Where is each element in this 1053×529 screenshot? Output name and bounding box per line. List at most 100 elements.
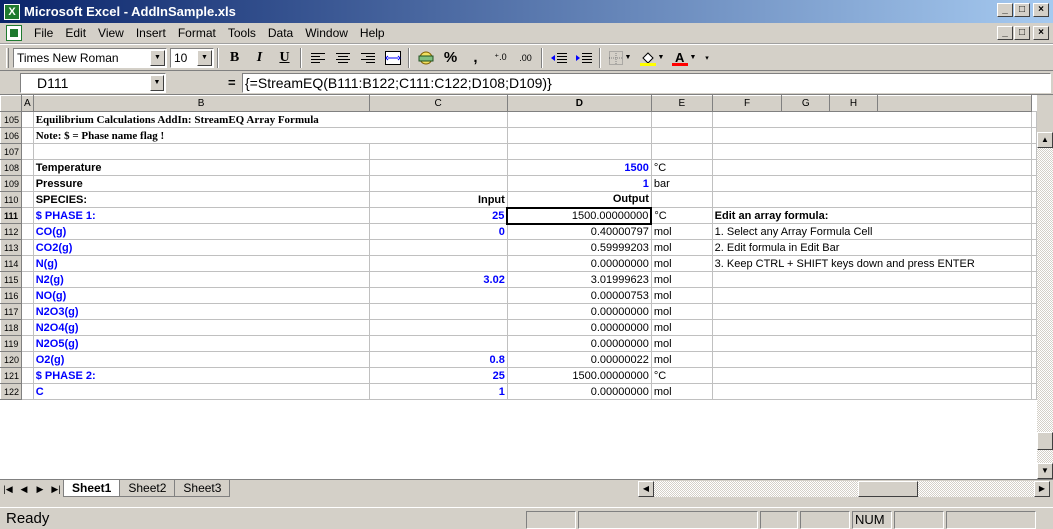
- column-header-h[interactable]: H: [829, 95, 878, 112]
- row-header[interactable]: 118: [0, 319, 23, 336]
- doc-restore-button[interactable]: □: [1014, 26, 1030, 40]
- row-header[interactable]: 116: [0, 287, 23, 304]
- chevron-down-icon[interactable]: ▼: [690, 54, 697, 61]
- tab-sheet1[interactable]: Sheet1: [63, 480, 121, 497]
- cell-e[interactable]: mol: [650, 239, 713, 256]
- row-header[interactable]: 111: [0, 207, 23, 224]
- cell-a[interactable]: [21, 287, 34, 304]
- chevron-down-icon[interactable]: ▼: [658, 54, 665, 61]
- cell-d[interactable]: [506, 143, 652, 160]
- cell-e[interactable]: mol: [650, 223, 713, 240]
- font-color-button[interactable]: A ▼: [669, 47, 699, 69]
- row-header[interactable]: 115: [0, 271, 23, 288]
- cell-blank[interactable]: [1031, 239, 1037, 256]
- percent-style-button[interactable]: %: [439, 47, 462, 69]
- cell-e[interactable]: mol: [650, 383, 713, 400]
- cell-blank[interactable]: [1031, 319, 1037, 336]
- toolbar-grip[interactable]: [6, 47, 9, 68]
- cell-e[interactable]: mol: [650, 287, 713, 304]
- currency-button[interactable]: [414, 47, 437, 69]
- cell-f[interactable]: [711, 319, 1033, 336]
- comma-style-button[interactable]: ,: [464, 47, 487, 69]
- cell-b[interactable]: O2(g): [32, 351, 370, 368]
- underline-button[interactable]: U: [273, 47, 296, 69]
- menu-help[interactable]: Help: [354, 26, 391, 40]
- cell-f[interactable]: [711, 303, 1033, 320]
- cell-a[interactable]: [21, 223, 34, 240]
- row-header[interactable]: 112: [0, 223, 23, 240]
- cell-f[interactable]: Edit an array formula:: [711, 207, 1033, 224]
- fill-color-button[interactable]: ▼: [637, 47, 667, 69]
- cell-e[interactable]: mol: [650, 319, 713, 336]
- cell-blank[interactable]: [1031, 207, 1037, 224]
- cell-e[interactable]: [650, 127, 713, 144]
- chevron-down-icon[interactable]: ▼: [150, 74, 164, 91]
- horizontal-scrollbar-thumb[interactable]: [858, 481, 918, 497]
- cell-d[interactable]: 3.01999623: [506, 271, 652, 288]
- cell-e[interactable]: [650, 111, 713, 128]
- column-header-a[interactable]: A: [21, 95, 34, 112]
- vertical-scrollbar-thumb[interactable]: [1037, 432, 1053, 450]
- cell-f[interactable]: [711, 367, 1033, 384]
- column-header-f[interactable]: F: [711, 95, 783, 112]
- menu-view[interactable]: View: [92, 26, 130, 40]
- cell-e[interactable]: mol: [650, 351, 713, 368]
- cell-c[interactable]: 25: [368, 367, 508, 384]
- column-header-e[interactable]: E: [650, 95, 713, 112]
- toolbar-options-icon[interactable]: ▾: [701, 47, 713, 69]
- menu-format[interactable]: Format: [172, 26, 222, 40]
- cell-a[interactable]: [21, 319, 34, 336]
- cell-a[interactable]: [21, 335, 34, 352]
- cell-b[interactable]: SPECIES:: [32, 191, 370, 208]
- row-header[interactable]: 113: [0, 239, 23, 256]
- cell-a[interactable]: [21, 207, 34, 224]
- cell-blank[interactable]: [1031, 287, 1037, 304]
- cell-a[interactable]: [21, 351, 34, 368]
- cell-a[interactable]: [21, 271, 34, 288]
- cell-blank[interactable]: [1031, 351, 1037, 368]
- cell-b[interactable]: Equilibrium Calculations AddIn: StreamEQ…: [32, 111, 508, 128]
- cell-f[interactable]: [711, 335, 1033, 352]
- cell-f[interactable]: [711, 175, 1033, 192]
- horizontal-scrollbar-track[interactable]: [654, 481, 1034, 497]
- cell-c[interactable]: [368, 303, 508, 320]
- cell-b[interactable]: N2O5(g): [32, 335, 370, 352]
- borders-button[interactable]: ▼: [605, 47, 635, 69]
- cell-b[interactable]: Note: $ = Phase name flag !: [32, 127, 508, 144]
- row-header[interactable]: 117: [0, 303, 23, 320]
- cell-f[interactable]: [711, 111, 1033, 128]
- merge-center-button[interactable]: [381, 47, 404, 69]
- cell-a[interactable]: [21, 127, 34, 144]
- cell-a[interactable]: [21, 367, 34, 384]
- chevron-down-icon[interactable]: ▼: [625, 54, 632, 61]
- increase-indent-button[interactable]: [572, 47, 595, 69]
- increase-decimal-button[interactable]: ⁺.0: [489, 47, 512, 69]
- row-header[interactable]: 106: [0, 127, 23, 144]
- maximize-button[interactable]: □: [1014, 3, 1030, 17]
- cell-b[interactable]: Temperature: [32, 159, 370, 176]
- cell-d[interactable]: 0.00000000: [506, 335, 652, 352]
- cell-c[interactable]: 0: [368, 223, 508, 240]
- cell-c[interactable]: 0.8: [368, 351, 508, 368]
- cell-b[interactable]: $ PHASE 1:: [32, 207, 370, 224]
- row-header[interactable]: 110: [0, 191, 23, 208]
- tab-sheet2[interactable]: Sheet2: [119, 480, 176, 497]
- row-header[interactable]: 105: [0, 111, 23, 128]
- cell-b[interactable]: [32, 143, 370, 160]
- scroll-right-arrow-icon[interactable]: ▶: [1034, 481, 1050, 497]
- scroll-left-arrow-icon[interactable]: ◀: [638, 481, 654, 497]
- menu-data[interactable]: Data: [262, 26, 299, 40]
- row-header[interactable]: 108: [0, 159, 23, 176]
- column-header-blank[interactable]: [876, 95, 1033, 112]
- name-box[interactable]: D111 ▼: [20, 72, 166, 93]
- cell-a[interactable]: [21, 191, 34, 208]
- cell-d[interactable]: 0.59999203: [506, 239, 652, 256]
- cell-b[interactable]: $ PHASE 2:: [32, 367, 370, 384]
- cell-c[interactable]: [368, 287, 508, 304]
- cell-d[interactable]: 1500: [506, 159, 652, 176]
- cell-d[interactable]: 0.00000000: [506, 255, 652, 272]
- cell-d[interactable]: 0.40000797: [506, 223, 652, 240]
- cell-blank[interactable]: [1031, 367, 1037, 384]
- cell-d[interactable]: 0.00000000: [506, 303, 652, 320]
- cell-blank[interactable]: [1031, 111, 1037, 128]
